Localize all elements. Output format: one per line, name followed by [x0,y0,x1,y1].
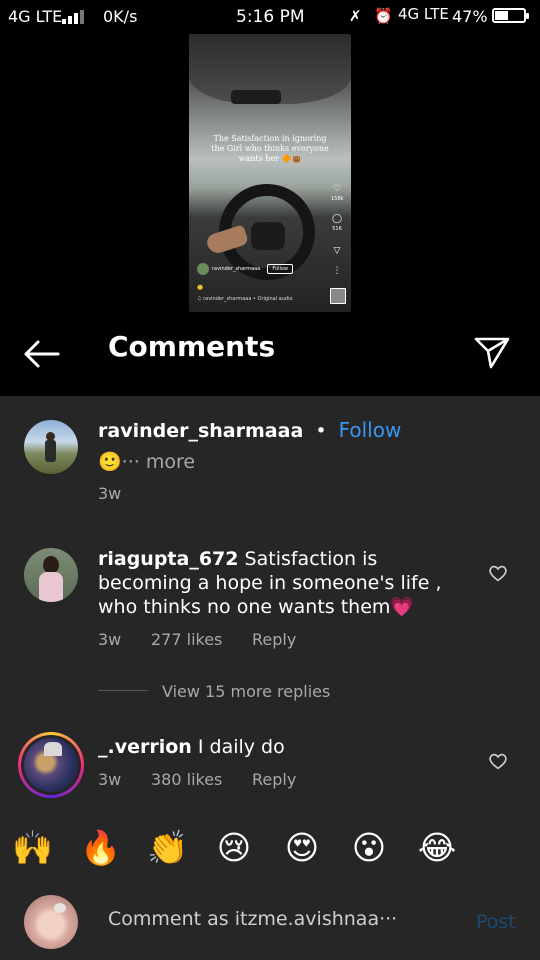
caption-username[interactable]: ravinder_sharmaaa [98,420,303,442]
reel-music: ♫ ravinder_sharmaaa • Original audio [197,296,293,302]
reel-preview[interactable]: The Satisfaction in ignoring the Girl wh… [189,34,351,312]
comment-text-2: _.verrion I daily do [98,735,285,759]
avatar-story-ring[interactable] [18,732,84,798]
avatar[interactable] [24,420,78,474]
separator-dot: • [315,420,327,442]
clock: 5:16 PM [236,7,305,27]
view-more-replies-button[interactable]: View 15 more replies [162,682,330,701]
reply-button-1[interactable]: Reply [252,630,296,649]
caption-time: 3w [98,484,122,503]
reel-user-row: ravinder_sharmaaa Follow [197,263,293,275]
comment-body-2: I daily do [191,736,285,758]
avatar [24,895,78,949]
network-indicator-right: 4G LTE [398,5,449,23]
mute-icon: ✗ [349,7,362,25]
back-arrow-icon[interactable] [22,338,60,370]
avatar[interactable] [24,548,78,602]
caption-text[interactable]: 🙂··· more [98,450,195,474]
follow-button[interactable]: Follow [339,418,402,442]
emoji-laughing[interactable]: 😂 [417,828,457,868]
reel-username: ravinder_sharmaaa [212,266,261,272]
comment-time-2: 3w [98,770,122,789]
network-speed: 0K/s [103,7,138,26]
like-heart-icon[interactable] [488,752,508,774]
emoji-crying[interactable]: 😢 [214,828,254,868]
reel-more-icon: ⋮ [332,266,342,276]
pink-heart-emoji: 💗 [390,596,415,618]
post-button[interactable]: Post [476,911,516,933]
emoji-raising-hands[interactable]: 🙌 [12,828,53,868]
send-icon[interactable] [474,336,510,370]
reel-like-icon: ♡ 158k [331,184,344,202]
emoji-clapping[interactable]: 👏 [147,828,188,868]
reel-avatar [197,263,209,275]
reel-share-icon: ▽ [333,246,341,256]
reel-caption: The Satisfaction in ignoring the Girl wh… [211,134,329,163]
network-indicator-left: 4G LTE [8,7,63,26]
like-heart-icon[interactable] [488,564,508,586]
comment-text-1: riagupta_672 Satisfaction is becoming a … [98,547,468,619]
caption-header: ravinder_sharmaaa • Follow [98,418,401,443]
reel-like-count: 158k [331,196,344,202]
steering-hub [251,222,285,250]
reel-comment-icon: ◯ 516 [331,214,343,232]
replies-divider [98,690,148,691]
reel-mini-emoji: 🙂 [197,285,204,291]
comment-time-1: 3w [98,630,122,649]
emoji-fire[interactable]: 🔥 [80,828,121,868]
comment-username-2[interactable]: _.verrion [98,736,192,758]
rear-mirror [231,90,281,104]
status-bar: 4G LTE 0K/s 5:16 PM ✗ ⏰ 4G LTE 47% [0,0,540,34]
page-title: Comments [108,330,276,363]
alarm-icon: ⏰ [374,7,393,25]
emoji-surprised[interactable]: 😮 [349,828,389,868]
comment-input[interactable]: Comment as itzme.avishnaa··· [108,908,397,930]
comment-likes-1[interactable]: 277 likes [151,630,222,649]
battery-percent: 47% [452,7,488,26]
signal-strength-icon [62,8,90,24]
battery-icon [492,8,529,23]
reply-button-2[interactable]: Reply [252,770,296,789]
comment-likes-2[interactable]: 380 likes [151,770,222,789]
reel-audio-thumb [330,288,346,304]
emoji-heart-eyes[interactable]: 😍 [282,828,322,868]
reel-comment-count: 516 [332,226,342,232]
reel-follow-button: Follow [267,264,293,274]
comment-username-1[interactable]: riagupta_672 [98,548,239,570]
